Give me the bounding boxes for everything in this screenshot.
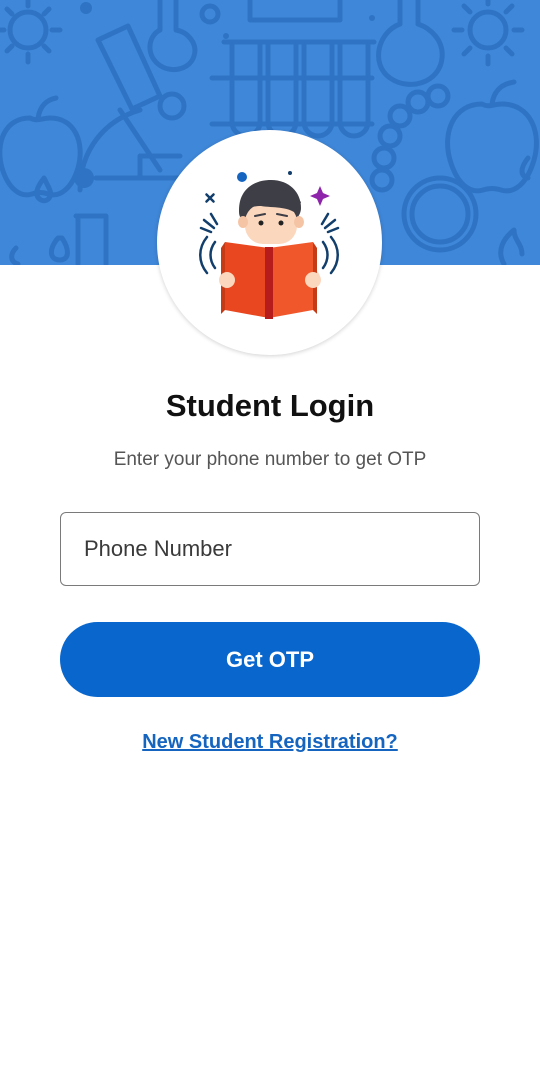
login-screen: Student Login Enter your phone number to… xyxy=(0,0,540,1065)
page-title: Student Login xyxy=(165,388,375,423)
new-student-registration-link[interactable]: New Student Registration? xyxy=(0,731,540,754)
phone-number-field[interactable] xyxy=(60,512,480,586)
phone-number-input[interactable] xyxy=(61,513,479,585)
avatar xyxy=(157,130,382,355)
student-reading-book-illustration xyxy=(199,171,340,319)
page-subtitle: Enter your phone number to get OTP xyxy=(113,449,427,470)
get-otp-button[interactable]: Get OTP xyxy=(60,622,480,697)
